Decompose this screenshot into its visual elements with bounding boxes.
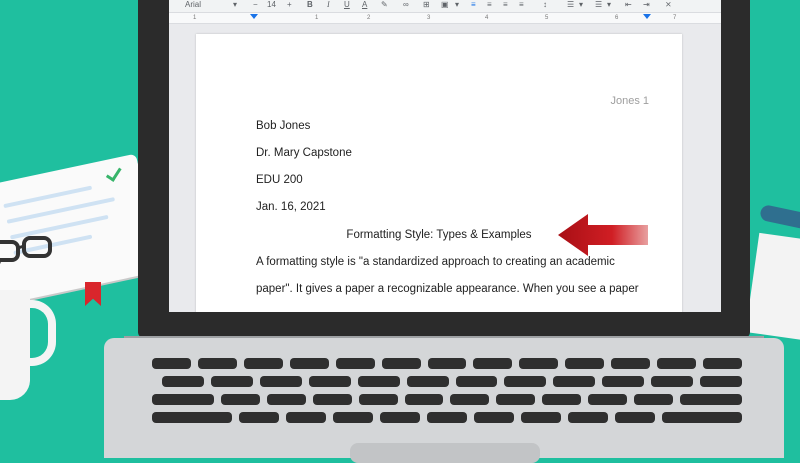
mug-handle [22, 300, 56, 366]
line-spacing-icon[interactable]: ↕ [543, 0, 547, 12]
clear-format-icon[interactable]: ⨯ [665, 0, 672, 12]
text-color-icon[interactable]: A [362, 0, 367, 12]
bullet-list-icon[interactable]: ☰ [595, 0, 602, 12]
docs-window: Arial ▾ − 14 + B I U A ✎ ∞ ⊞ ▣ ▾ ≡ ≡ ≡ ≡… [169, 0, 721, 312]
decrease-indent-icon[interactable]: ⇤ [625, 0, 632, 12]
bookmark-ribbon [85, 282, 101, 306]
right-indent-marker[interactable] [643, 14, 651, 19]
formatting-toolbar: Arial ▾ − 14 + B I U A ✎ ∞ ⊞ ▣ ▾ ≡ ≡ ≡ ≡… [169, 0, 721, 13]
italic-icon[interactable]: I [327, 0, 330, 12]
chevron-down-icon[interactable]: ▾ [607, 0, 611, 12]
chevron-down-icon[interactable]: ▾ [579, 0, 583, 12]
chevron-down-icon[interactable]: ▾ [455, 0, 459, 12]
align-right-icon[interactable]: ≡ [503, 0, 508, 12]
pen [758, 203, 800, 233]
checklist-icon[interactable]: ☰ [567, 0, 574, 12]
instructor-name: Dr. Mary Capstone [256, 147, 352, 159]
ruler-number: 6 [615, 15, 619, 21]
increase-indent-icon[interactable]: ⇥ [643, 0, 650, 12]
left-indent-marker[interactable] [250, 14, 258, 19]
keyboard [152, 358, 743, 430]
document-page[interactable]: Jones 1 Bob Jones Dr. Mary Capstone EDU … [196, 34, 682, 312]
underline-icon[interactable]: U [344, 0, 350, 12]
course-name: EDU 200 [256, 174, 303, 186]
ruler-number: 7 [673, 15, 677, 21]
paragraph-line: A formatting style is "a standardized ap… [256, 256, 615, 268]
notebook [0, 153, 161, 307]
date-line: Jan. 16, 2021 [256, 201, 326, 213]
font-size-input[interactable]: 14 [267, 0, 276, 12]
ruler-number: 5 [545, 15, 549, 21]
ruler-number: 3 [427, 15, 431, 21]
ruler-number: 1 [193, 15, 197, 21]
laptop-screen: Arial ▾ − 14 + B I U A ✎ ∞ ⊞ ▣ ▾ ≡ ≡ ≡ ≡… [138, 0, 750, 338]
highlight-icon[interactable]: ✎ [381, 0, 388, 12]
plus-icon[interactable]: + [287, 0, 292, 12]
paragraph-line: paper". It gives a paper a recognizable … [256, 283, 639, 295]
chevron-down-icon[interactable]: ▾ [233, 0, 237, 12]
ruler-number: 4 [485, 15, 489, 21]
image-icon[interactable]: ▣ [441, 0, 449, 12]
eyeglasses-icon [0, 236, 52, 262]
author-name: Bob Jones [256, 120, 311, 132]
align-center-icon[interactable]: ≡ [487, 0, 492, 12]
checkmark-icon [105, 164, 122, 182]
comment-icon[interactable]: ⊞ [423, 0, 430, 12]
ruler: 1 1 2 3 4 5 6 7 [169, 13, 721, 24]
arrow-left-icon [558, 214, 648, 256]
bold-icon[interactable]: B [307, 0, 313, 12]
font-family-select[interactable]: Arial [185, 0, 201, 12]
ruler-number: 2 [367, 15, 371, 21]
trackpad[interactable] [350, 443, 540, 463]
page-header: Jones 1 [610, 95, 649, 107]
ruler-number: 1 [315, 15, 319, 21]
minus-icon[interactable]: − [253, 0, 258, 12]
justify-icon[interactable]: ≡ [519, 0, 524, 12]
link-icon[interactable]: ∞ [403, 0, 409, 12]
illustration-scene: Arial ▾ − 14 + B I U A ✎ ∞ ⊞ ▣ ▾ ≡ ≡ ≡ ≡… [0, 0, 800, 463]
align-left-icon[interactable]: ≡ [471, 0, 476, 12]
paper-sheet [745, 232, 800, 344]
